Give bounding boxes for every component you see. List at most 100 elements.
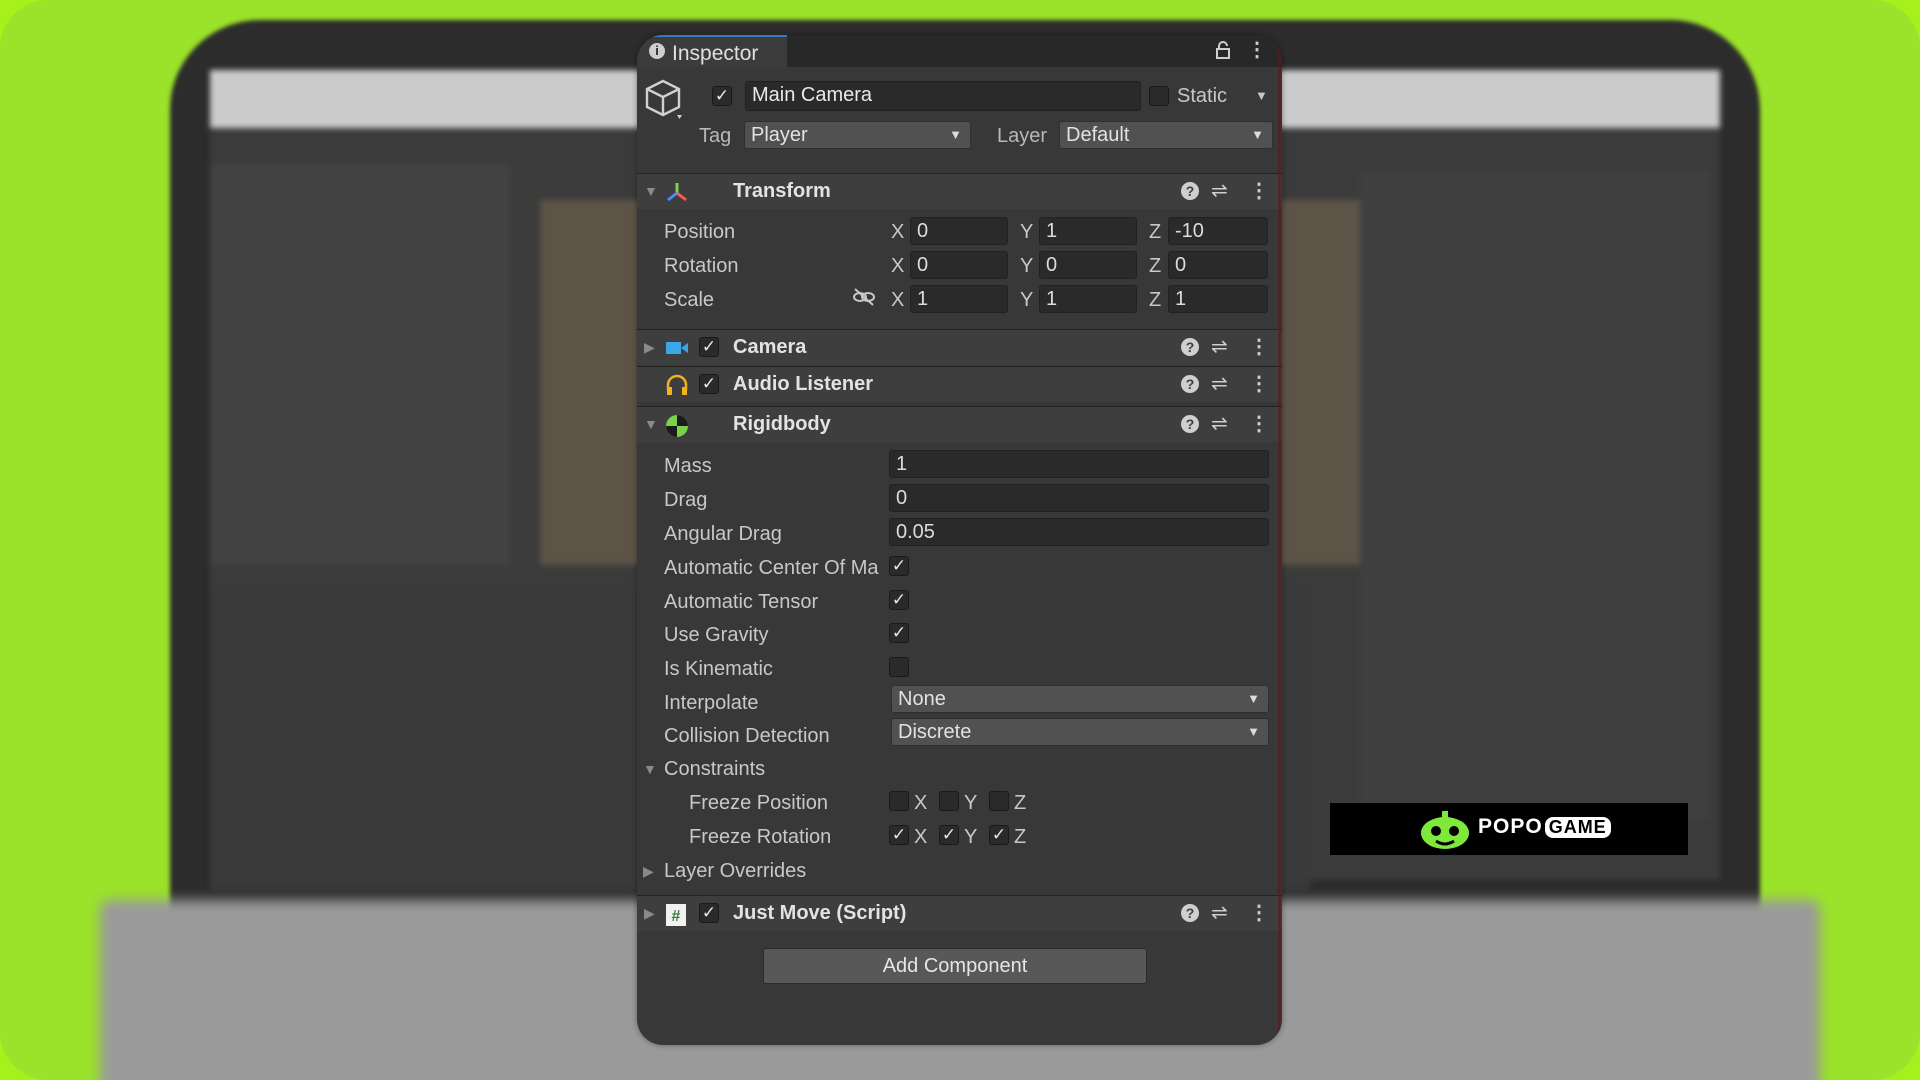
foldout-collapsed-icon[interactable]: ▶ bbox=[644, 339, 655, 356]
scale-x-field[interactable]: 1 bbox=[910, 285, 1008, 313]
freeze-rotation-x-checkbox[interactable]: ✓ bbox=[889, 825, 909, 845]
preset-icon[interactable]: ⇌ bbox=[1211, 334, 1228, 359]
component-menu-icon[interactable]: ⋮ bbox=[1249, 181, 1269, 201]
foldout-expanded-icon[interactable]: ▼ bbox=[644, 416, 658, 432]
tab-inspector[interactable]: i Inspector bbox=[637, 35, 787, 67]
camera-icon bbox=[665, 337, 689, 359]
axis-x-label: X bbox=[914, 792, 928, 814]
layer-overrides-label: Layer Overrides bbox=[664, 860, 807, 882]
audio-listener-title: Audio Listener bbox=[733, 373, 874, 395]
robot-mascot-icon bbox=[1418, 809, 1472, 856]
gameobject-name-field[interactable]: Main Camera bbox=[745, 81, 1141, 111]
help-icon[interactable]: ? bbox=[1181, 338, 1199, 356]
preset-icon[interactable]: ⇌ bbox=[1211, 411, 1228, 436]
position-y-field[interactable]: 1 bbox=[1039, 217, 1137, 245]
camera-header[interactable]: ▶ ✓ Camera ? ⇌ ⋮ bbox=[637, 329, 1282, 365]
tab-strip: i Inspector ⋮ bbox=[637, 35, 1282, 67]
axis-y-label: Y bbox=[964, 826, 978, 848]
tag-dropdown[interactable]: Player ▼ bbox=[744, 121, 971, 149]
tab-label: Inspector bbox=[672, 42, 759, 65]
watermark-logo: POPO GAME bbox=[1330, 803, 1688, 855]
auto-tensor-checkbox[interactable]: ✓ bbox=[889, 590, 909, 610]
unlink-icon[interactable] bbox=[852, 286, 876, 314]
freeze-rotation-y-checkbox[interactable]: ✓ bbox=[939, 825, 959, 845]
freeze-rotation-label: Freeze Rotation bbox=[689, 826, 832, 848]
rigidbody-title: Rigidbody bbox=[733, 413, 831, 435]
static-dropdown-arrow[interactable]: ▼ bbox=[1255, 88, 1268, 103]
help-icon[interactable]: ? bbox=[1181, 415, 1199, 433]
script-header[interactable]: ▶ # ✓ Just Move (Script) ? ⇌ ⋮ bbox=[637, 895, 1282, 931]
freeze-position-y-checkbox[interactable] bbox=[939, 791, 959, 811]
layer-dropdown[interactable]: Default ▼ bbox=[1059, 121, 1273, 149]
inspector-panel: i Inspector ⋮ ✓ Main Camera Static ▼ Tag… bbox=[637, 35, 1282, 1045]
collision-detection-dropdown[interactable]: Discrete ▼ bbox=[891, 718, 1269, 746]
component-menu-icon[interactable]: ⋮ bbox=[1249, 414, 1269, 434]
axis-x-label: X bbox=[891, 255, 905, 277]
camera-enabled-checkbox[interactable]: ✓ bbox=[699, 337, 719, 357]
axis-x-label: X bbox=[914, 826, 928, 848]
axis-x-label: X bbox=[891, 289, 905, 311]
freeze-position-z-checkbox[interactable] bbox=[989, 791, 1009, 811]
position-z-field[interactable]: -10 bbox=[1168, 217, 1268, 245]
component-menu-icon[interactable]: ⋮ bbox=[1249, 374, 1269, 394]
rotation-y-field[interactable]: 0 bbox=[1039, 251, 1137, 279]
transform-icon bbox=[665, 181, 689, 203]
preset-icon[interactable]: ⇌ bbox=[1211, 900, 1228, 925]
script-title: Just Move (Script) bbox=[733, 902, 907, 924]
angular-drag-field[interactable]: 0.05 bbox=[889, 518, 1269, 546]
interpolate-label: Interpolate bbox=[664, 692, 759, 714]
mass-label: Mass bbox=[664, 455, 712, 477]
cube-icon bbox=[643, 77, 683, 121]
foldout-expanded-icon[interactable]: ▼ bbox=[644, 183, 658, 199]
transform-title: Transform bbox=[733, 180, 831, 202]
use-gravity-checkbox[interactable]: ✓ bbox=[889, 623, 909, 643]
rotation-z-field[interactable]: 0 bbox=[1168, 251, 1268, 279]
brand-text-2: GAME bbox=[1544, 817, 1611, 838]
is-kinematic-checkbox[interactable] bbox=[889, 657, 909, 677]
rotation-x-field[interactable]: 0 bbox=[910, 251, 1008, 279]
script-enabled-checkbox[interactable]: ✓ bbox=[699, 903, 719, 923]
foldout-expanded-icon[interactable]: ▼ bbox=[643, 761, 657, 777]
foldout-collapsed-icon[interactable]: ▶ bbox=[644, 905, 655, 922]
tab-menu-icon[interactable]: ⋮ bbox=[1247, 40, 1267, 60]
freeze-position-x-checkbox[interactable] bbox=[889, 791, 909, 811]
brand-text: POPO bbox=[1478, 815, 1543, 838]
gameobject-active-checkbox[interactable]: ✓ bbox=[712, 86, 732, 106]
drag-field[interactable]: 0 bbox=[889, 484, 1269, 512]
help-icon[interactable]: ? bbox=[1181, 182, 1199, 200]
static-checkbox[interactable] bbox=[1149, 86, 1169, 106]
help-icon[interactable]: ? bbox=[1181, 904, 1199, 922]
rigidbody-header[interactable]: ▼ Rigidbody ? ⇌ ⋮ bbox=[637, 406, 1282, 442]
script-icon: # bbox=[665, 903, 689, 926]
mass-field[interactable]: 1 bbox=[889, 450, 1269, 478]
tag-value: Player bbox=[751, 124, 808, 146]
freeze-rotation-z-checkbox[interactable]: ✓ bbox=[989, 825, 1009, 845]
add-component-button[interactable]: Add Component bbox=[763, 948, 1147, 984]
preset-icon[interactable]: ⇌ bbox=[1211, 178, 1228, 203]
auto-center-of-mass-label: Automatic Center Of Ma bbox=[664, 557, 879, 579]
position-label: Position bbox=[664, 221, 736, 243]
scale-label: Scale bbox=[664, 289, 715, 311]
component-menu-icon[interactable]: ⋮ bbox=[1249, 337, 1269, 357]
panel-edge bbox=[1278, 35, 1281, 1045]
component-menu-icon[interactable]: ⋮ bbox=[1249, 903, 1269, 923]
interpolate-dropdown[interactable]: None ▼ bbox=[891, 685, 1269, 713]
foldout-collapsed-icon[interactable]: ▶ bbox=[643, 863, 654, 880]
axis-z-label: Z bbox=[1149, 221, 1162, 243]
tag-label: Tag bbox=[699, 125, 732, 147]
lock-icon[interactable] bbox=[1215, 40, 1231, 65]
static-label: Static bbox=[1177, 85, 1228, 107]
help-icon[interactable]: ? bbox=[1181, 375, 1199, 393]
scale-z-field[interactable]: 1 bbox=[1168, 285, 1268, 313]
axis-y-label: Y bbox=[964, 792, 978, 814]
audio-listener-enabled-checkbox[interactable]: ✓ bbox=[699, 374, 719, 394]
axis-z-label: Z bbox=[1149, 289, 1162, 311]
preset-icon[interactable]: ⇌ bbox=[1211, 371, 1228, 396]
transform-header[interactable]: ▼ Transform ? ⇌ ⋮ bbox=[637, 173, 1282, 209]
auto-center-of-mass-checkbox[interactable]: ✓ bbox=[889, 556, 909, 576]
axis-z-label: Z bbox=[1014, 792, 1027, 814]
audio-listener-header[interactable]: ✓ Audio Listener ? ⇌ ⋮ bbox=[637, 366, 1282, 402]
position-x-field[interactable]: 0 bbox=[910, 217, 1008, 245]
constraints-label: Constraints bbox=[664, 758, 766, 780]
scale-y-field[interactable]: 1 bbox=[1039, 285, 1137, 313]
